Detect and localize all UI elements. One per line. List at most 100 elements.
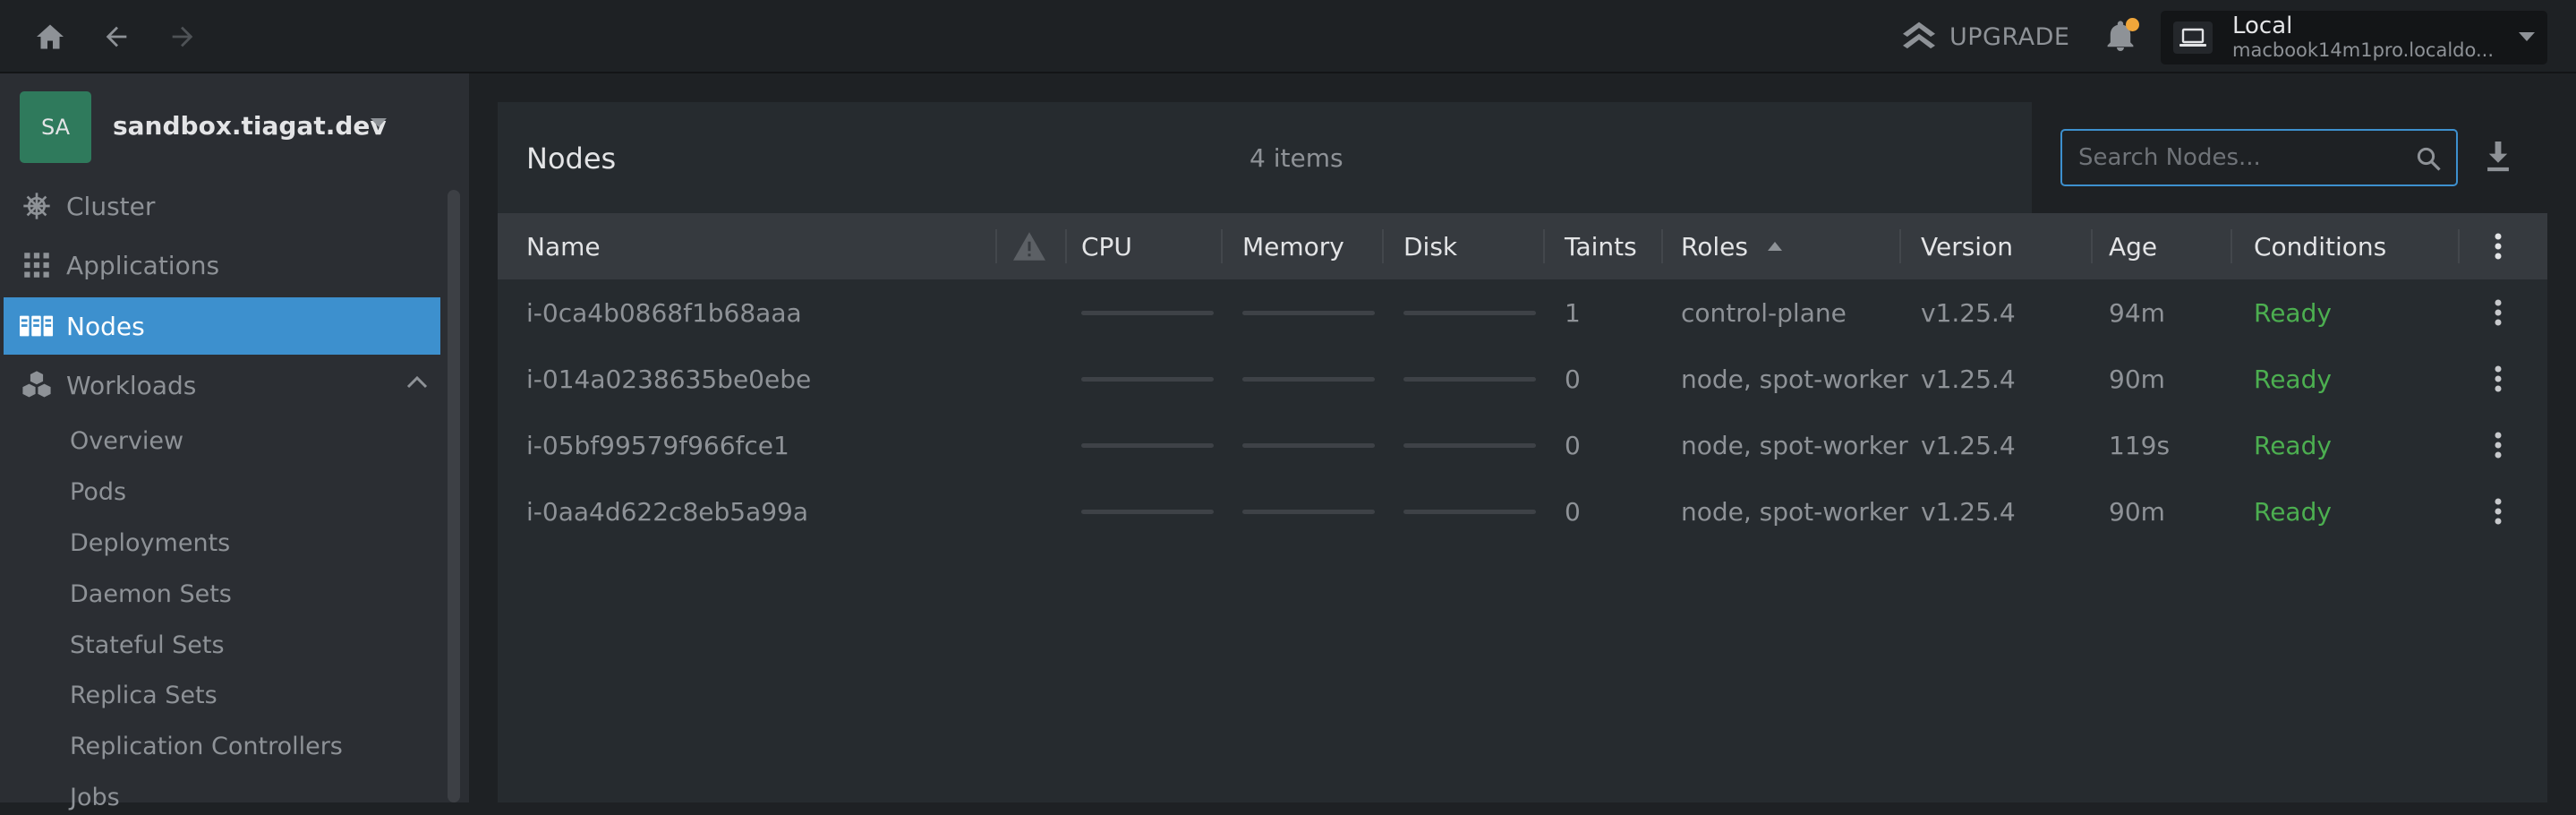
sidebar-item-label: Workloads [66, 370, 197, 400]
sidebar-subitem-stateful-sets[interactable]: Stateful Sets [70, 627, 225, 663]
home-button[interactable] [29, 15, 72, 58]
column-roles[interactable]: Roles [1681, 213, 1782, 279]
back-button[interactable] [95, 15, 138, 58]
kebab-menu-icon [2495, 299, 2502, 326]
sidebar-subitem-deployments[interactable]: Deployments [70, 525, 230, 561]
column-cpu[interactable]: CPU [1081, 213, 1132, 279]
memory-bar [1242, 443, 1375, 448]
column-divider [2231, 229, 2232, 263]
memory-bar [1242, 510, 1375, 514]
sidebar-cluster-name: sandbox.tiagat.dev [113, 111, 387, 141]
sidebar-scrollbar[interactable] [448, 190, 460, 802]
sidebar-subitem-daemon-sets[interactable]: Daemon Sets [70, 576, 232, 612]
disk-bar [1403, 311, 1536, 315]
sidebar-subitem-pods[interactable]: Pods [70, 474, 126, 510]
node-taints: 0 [1565, 364, 1581, 394]
upgrade-button[interactable]: UPGRADE [1901, 18, 2069, 56]
sidebar-subitem-overview[interactable]: Overview [70, 423, 183, 459]
arrow-left-icon [106, 26, 127, 47]
panel-header: Nodes 4 items [498, 102, 2547, 213]
cpu-bar [1081, 311, 1214, 315]
cluster-selector[interactable]: Local macbook14m1pro.localdo... [2161, 11, 2547, 64]
node-taints: 1 [1565, 297, 1581, 328]
nodes-panel: Nodes 4 items Name CPU Memory Disk Taint… [498, 102, 2547, 802]
sidebar-subitem-jobs[interactable]: Jobs [70, 779, 120, 815]
node-condition: Ready [2254, 364, 2332, 394]
node-taints: 0 [1565, 430, 1581, 460]
sidebar-item-workloads[interactable]: Workloads [4, 356, 440, 414]
column-divider [2458, 229, 2460, 263]
column-divider [1065, 229, 1067, 263]
node-name: i-0ca4b0868f1b68aaa [526, 297, 802, 328]
node-condition: Ready [2254, 297, 2332, 328]
laptop-icon [2173, 21, 2213, 54]
sidebar-subitem-replica-sets[interactable]: Replica Sets [70, 677, 218, 713]
node-taints: 0 [1565, 496, 1581, 527]
column-divider [1221, 229, 1223, 263]
kebab-menu-icon [2495, 365, 2502, 392]
upgrade-chevrons-icon [1903, 21, 1935, 49]
sidebar-subitem-replication-controllers[interactable]: Replication Controllers [70, 728, 343, 764]
column-name[interactable]: Name [526, 213, 601, 279]
column-taints[interactable]: Taints [1565, 213, 1637, 279]
node-name: i-014a0238635be0ebe [526, 364, 812, 394]
cluster-selector-name: Local [2232, 13, 2293, 39]
column-divider [995, 229, 997, 263]
notifications-button[interactable] [2098, 14, 2143, 59]
node-roles: node, spot-worker [1681, 496, 1908, 527]
memory-bar [1242, 311, 1375, 315]
sidebar-cluster-header[interactable]: SA sandbox.tiagat.dev [0, 73, 469, 177]
table-row[interactable]: i-0ca4b0868f1b68aaa 1 control-plane v1.2… [498, 279, 2547, 346]
warning-icon [1013, 232, 1045, 261]
search-box[interactable] [2060, 129, 2458, 186]
kebab-menu-icon [2495, 498, 2502, 525]
column-memory[interactable]: Memory [1242, 213, 1344, 279]
arrow-right-icon [172, 26, 193, 47]
columns-menu-button[interactable] [2483, 231, 2513, 262]
column-version[interactable]: Version [1921, 213, 2013, 279]
forward-button[interactable] [161, 15, 204, 58]
sidebar-item-nodes[interactable]: Nodes [4, 297, 440, 355]
node-version: v1.25.4 [1921, 297, 2016, 328]
node-version: v1.25.4 [1921, 364, 2016, 394]
column-age[interactable]: Age [2109, 213, 2157, 279]
helm-wheel-icon [20, 192, 54, 220]
table-row[interactable]: i-014a0238635be0ebe 0 node, spot-worker … [498, 346, 2547, 412]
node-roles: node, spot-worker [1681, 364, 1908, 394]
node-age: 94m [2109, 297, 2165, 328]
search-area [2032, 102, 2547, 213]
node-name: i-05bf99579f966fce1 [526, 430, 789, 460]
caret-down-icon [2519, 32, 2535, 41]
disk-bar [1403, 510, 1536, 514]
column-divider [1899, 229, 1901, 263]
node-roles: node, spot-worker [1681, 430, 1908, 460]
sidebar-item-applications[interactable]: Applications [4, 236, 440, 294]
cpu-bar [1081, 443, 1214, 448]
sidebar: SA sandbox.tiagat.dev Cluster Applicatio… [0, 73, 469, 811]
column-warnings[interactable] [1011, 213, 1047, 279]
search-input[interactable] [2078, 140, 2401, 176]
table-row[interactable]: i-0aa4d622c8eb5a99a 0 node, spot-worker … [498, 478, 2547, 545]
sidebar-item-cluster[interactable]: Cluster [4, 177, 440, 235]
kebab-menu-icon [2495, 233, 2502, 260]
row-menu-button[interactable] [2483, 496, 2513, 527]
row-menu-button[interactable] [2483, 430, 2513, 460]
sidebar-item-label: Cluster [66, 191, 156, 221]
caret-down-icon [371, 118, 387, 127]
sort-ascending-icon [1767, 242, 1782, 251]
chevron-up-icon[interactable] [406, 374, 428, 389]
column-divider [1661, 229, 1663, 263]
row-menu-button[interactable] [2483, 364, 2513, 394]
node-age: 90m [2109, 496, 2165, 527]
download-icon[interactable] [2483, 140, 2513, 174]
items-count: 4 items [1250, 143, 1343, 173]
column-disk[interactable]: Disk [1403, 213, 1457, 279]
table-row[interactable]: i-05bf99579f966fce1 0 node, spot-worker … [498, 412, 2547, 478]
cpu-bar [1081, 510, 1214, 514]
page-title: Nodes [526, 142, 617, 176]
server-rack-icon [20, 312, 54, 340]
node-name: i-0aa4d622c8eb5a99a [526, 496, 809, 527]
column-conditions[interactable]: Conditions [2254, 213, 2386, 279]
sidebar-item-label: Applications [66, 250, 220, 280]
row-menu-button[interactable] [2483, 297, 2513, 328]
